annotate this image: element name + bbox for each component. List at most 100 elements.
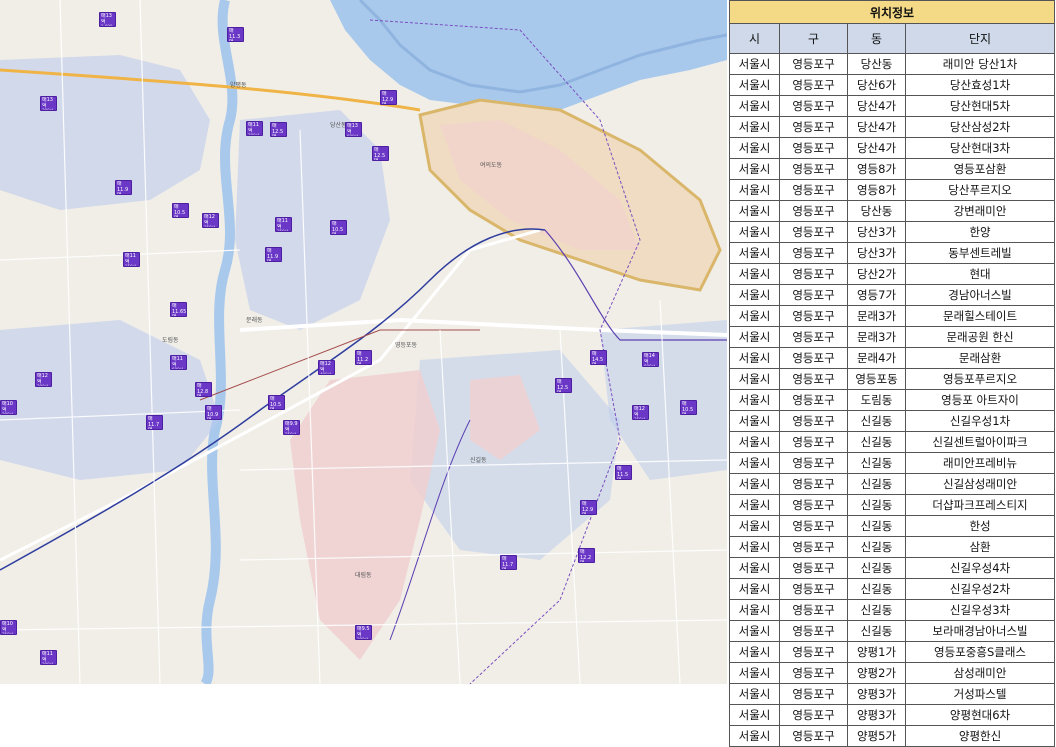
price-marker[interactable]: 매12.5억400세대 bbox=[270, 122, 287, 137]
marker-price: 매9.9억 bbox=[285, 421, 298, 433]
cell-gu: 영등포구 bbox=[779, 536, 848, 558]
cell-dong: 당산4가 bbox=[847, 137, 906, 159]
cell-complex: 현대 bbox=[904, 263, 1056, 285]
marker-price: 매13억 bbox=[347, 123, 358, 135]
cell-gu: 영등포구 bbox=[779, 452, 848, 474]
table-row: 서울시 영등포구 당산동 래미안 당산1차 bbox=[729, 53, 1056, 75]
price-marker[interactable]: 매12.9억800세대 bbox=[380, 90, 397, 105]
price-marker[interactable]: 매12.5억500세대 bbox=[555, 378, 572, 393]
price-marker[interactable]: 매9.9억250세대 bbox=[283, 420, 300, 435]
cell-gu: 영등포구 bbox=[779, 725, 848, 747]
cell-city: 서울시 bbox=[729, 326, 780, 348]
price-marker[interactable]: 매10.5억300세대 bbox=[680, 400, 697, 415]
price-marker[interactable]: 매11.9억200세대 bbox=[115, 180, 132, 195]
cell-gu: 영등포구 bbox=[779, 473, 848, 495]
price-marker[interactable]: 매10.5억250세대 bbox=[330, 220, 347, 235]
map-area-label: 영등포동 bbox=[395, 342, 418, 349]
marker-price: 매12억 bbox=[37, 373, 48, 385]
table-row: 서울시 영등포구 당산3가 동부센트레빌 bbox=[729, 242, 1056, 264]
table-row: 서울시 영등포구 신길동 신길우성4차 bbox=[729, 557, 1056, 579]
cell-complex: 삼성래미안 bbox=[904, 662, 1056, 684]
price-marker[interactable]: 매10.9억300세대 bbox=[205, 405, 222, 420]
price-marker[interactable]: 매12.5억700세대 bbox=[372, 146, 389, 161]
marker-price: 매14억 bbox=[644, 353, 655, 365]
price-marker[interactable]: 매12억350세대 bbox=[632, 405, 649, 420]
price-marker[interactable]: 매11억350세대 bbox=[275, 217, 292, 232]
cell-gu: 영등포구 bbox=[779, 221, 848, 243]
cell-complex: 래미안프레비뉴 bbox=[904, 452, 1056, 474]
price-marker[interactable]: 매11억200세대 bbox=[246, 121, 263, 136]
cell-dong: 당산6가 bbox=[847, 74, 906, 96]
price-marker[interactable]: 매14억600세대 bbox=[642, 352, 659, 367]
cell-complex: 신길우성4차 bbox=[904, 557, 1056, 579]
cell-gu: 영등포구 bbox=[779, 305, 848, 327]
cell-gu: 영등포구 bbox=[779, 242, 848, 264]
cell-dong: 신길동 bbox=[847, 620, 906, 642]
cell-complex: 거성파스텔 bbox=[904, 683, 1056, 705]
price-marker[interactable]: 매11.3억500세대 bbox=[227, 27, 244, 42]
marker-price: 매10.5억 bbox=[174, 204, 186, 218]
cell-complex: 당산현대5차 bbox=[904, 95, 1056, 117]
cell-city: 서울시 bbox=[729, 557, 780, 579]
price-marker[interactable]: 매14.5억900세대 bbox=[590, 350, 607, 365]
cell-city: 서울시 bbox=[729, 53, 780, 75]
cell-city: 서울시 bbox=[729, 137, 780, 159]
price-marker[interactable]: 매11억150세대 bbox=[123, 252, 140, 267]
price-marker[interactable]: 매11.5억450세대 bbox=[615, 465, 632, 480]
price-marker[interactable]: 매13억600세대 bbox=[345, 122, 362, 137]
price-marker[interactable]: 매11.65억900세대 bbox=[170, 302, 187, 317]
cell-gu: 영등포구 bbox=[779, 494, 848, 516]
price-marker[interactable]: 매11억300세대 bbox=[40, 650, 57, 665]
price-marker[interactable]: 매11.7억800세대 bbox=[146, 415, 163, 430]
cell-city: 서울시 bbox=[729, 473, 780, 495]
cell-complex: 양평현대6차 bbox=[904, 704, 1056, 726]
price-marker[interactable]: 매12.9억250세대 bbox=[580, 500, 597, 515]
price-marker[interactable]: 매10억350세대 bbox=[0, 620, 17, 635]
cell-dong: 문래4가 bbox=[847, 347, 906, 369]
marker-sub: 1,000세대 bbox=[101, 24, 113, 27]
price-marker[interactable]: 매13억300세대 bbox=[40, 96, 57, 111]
cell-city: 서울시 bbox=[729, 662, 780, 684]
price-marker[interactable]: 매10억200세대 bbox=[0, 400, 17, 415]
table-row: 서울시 영등포구 문래4가 문래삼환 bbox=[729, 347, 1056, 369]
price-marker[interactable]: 매12.2억400세대 bbox=[578, 548, 595, 563]
marker-price: 매13억 bbox=[101, 13, 112, 25]
marker-sub: 300세대 bbox=[42, 662, 54, 665]
cell-gu: 영등포구 bbox=[779, 137, 848, 159]
marker-sub: 300세대 bbox=[42, 108, 54, 111]
price-marker[interactable]: 매12.8억500세대 bbox=[195, 382, 212, 397]
marker-sub: 400세대 bbox=[320, 372, 332, 375]
location-table: 위치정보 시 구 동 단지 서울시 영등포구 당산동 래미안 당산1차 서울시 영등포구 당… bbox=[728, 0, 1056, 747]
price-marker[interactable]: 매10.5억300세대 bbox=[268, 395, 285, 410]
price-marker[interactable]: 매11억600세대 bbox=[170, 355, 187, 370]
marker-price: 매11.65억 bbox=[172, 303, 187, 317]
price-marker[interactable]: 매12억400세대 bbox=[318, 360, 335, 375]
marker-sub: 350세대 bbox=[2, 632, 14, 635]
price-marker[interactable]: 매12억250세대 bbox=[202, 213, 219, 228]
price-marker[interactable]: 매11.7억500세대 bbox=[500, 555, 517, 570]
price-marker[interactable]: 매13억1,000세대 bbox=[99, 12, 116, 27]
price-marker[interactable]: 매10.5억300세대 bbox=[172, 203, 189, 218]
cell-city: 서울시 bbox=[729, 641, 780, 663]
header-complex: 단지 bbox=[904, 23, 1056, 54]
price-marker[interactable]: 매11.9억450세대 bbox=[265, 247, 282, 262]
table-row: 서울시 영등포구 당산4가 당산삼성2차 bbox=[729, 116, 1056, 138]
cell-city: 서울시 bbox=[729, 578, 780, 600]
cell-dong: 양평1가 bbox=[847, 641, 906, 663]
map-area-label: 여의도동 bbox=[480, 162, 503, 169]
cell-gu: 영등포구 bbox=[779, 683, 848, 705]
map-view[interactable]: 당산동영등포동문래동신길동대림동도림동양평동여의도동 매13억1,000세대매1… bbox=[0, 0, 727, 684]
price-marker[interactable]: 매9.5억200세대 bbox=[355, 625, 372, 640]
cell-city: 서울시 bbox=[729, 368, 780, 390]
marker-price: 매11.5억 bbox=[617, 466, 629, 480]
marker-price: 매11억 bbox=[125, 253, 136, 265]
cell-gu: 영등포구 bbox=[779, 641, 848, 663]
cell-dong: 당산4가 bbox=[847, 95, 906, 117]
price-marker[interactable]: 매11.2억700세대 bbox=[355, 350, 372, 365]
district-blue-2 bbox=[235, 110, 390, 330]
cell-complex: 문래삼환 bbox=[904, 347, 1056, 369]
price-marker[interactable]: 매12억300세대 bbox=[35, 372, 52, 387]
header-city: 시 bbox=[729, 23, 780, 54]
cell-dong: 신길동 bbox=[847, 494, 906, 516]
cell-gu: 영등포구 bbox=[779, 662, 848, 684]
